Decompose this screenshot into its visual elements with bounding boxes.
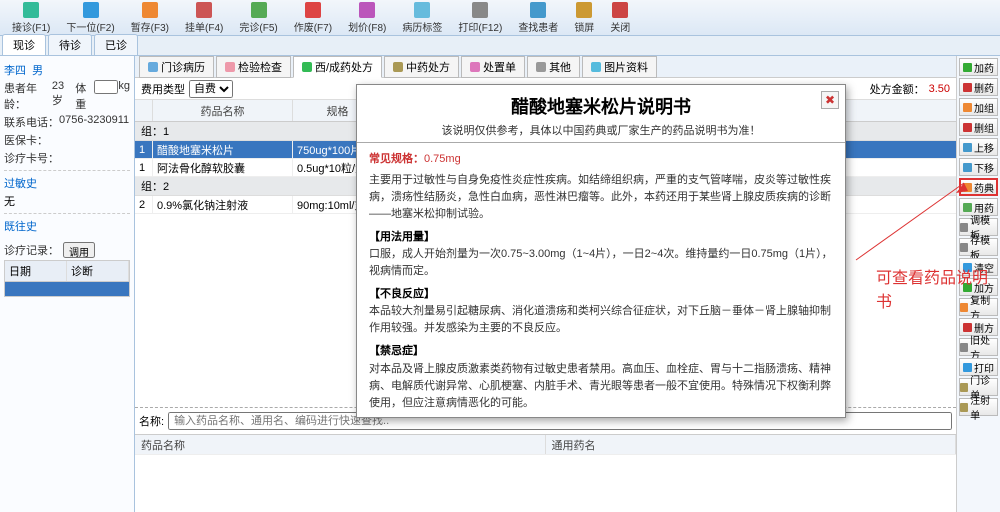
weight-input[interactable]: [94, 80, 118, 94]
toolbar-btn[interactable]: 挂单(F4): [178, 0, 230, 37]
subtab[interactable]: 其他: [527, 56, 580, 78]
side-btn-药典[interactable]: 药典: [959, 178, 998, 196]
record-subtabs: 门诊病历检验检查西/成药处方中药处方处置单其他图片资料: [135, 56, 956, 78]
tab[interactable]: 已诊: [94, 34, 138, 55]
side-btn-存模板[interactable]: 存模板: [959, 238, 998, 256]
side-btn-加组[interactable]: 加组: [959, 98, 998, 116]
toolbar-btn[interactable]: 关闭: [603, 0, 637, 37]
diag-table: 日期诊断: [4, 260, 130, 297]
toolbar-btn[interactable]: 查找患者: [511, 0, 565, 37]
side-btn-删药[interactable]: 删药: [959, 78, 998, 96]
side-btn-复制方[interactable]: 复制方: [959, 298, 998, 316]
side-btn-注射单[interactable]: 注射单: [959, 398, 998, 416]
rx-price: 3.50: [929, 83, 950, 95]
popup-close-button[interactable]: ✖: [821, 91, 839, 109]
patient-tabs: 现诊待诊已诊: [0, 36, 1000, 56]
toolbar-btn[interactable]: 锁屏: [567, 0, 601, 37]
subtab[interactable]: 检验检查: [216, 56, 291, 78]
toolbar-btn[interactable]: 打印(F12): [451, 0, 509, 37]
side-btn-上移[interactable]: 上移: [959, 138, 998, 156]
patient-name: 李四: [4, 62, 26, 78]
popup-title: 醋酸地塞米松片说明书: [367, 93, 835, 119]
subtab[interactable]: 门诊病历: [139, 56, 214, 78]
toolbar-btn[interactable]: 病历标签: [395, 0, 449, 37]
fee-type-select[interactable]: 自费: [189, 80, 233, 98]
tab[interactable]: 待诊: [48, 34, 92, 55]
action-sidebar: 加药删药加组删组上移下移药典用药调模板存模板清空加方复制方删方旧处方打印门诊单注…: [956, 56, 1000, 512]
toolbar-btn[interactable]: 作废(F7): [287, 0, 339, 37]
toolbar-btn[interactable]: 接诊(F1): [5, 0, 57, 37]
side-btn-删组[interactable]: 删组: [959, 118, 998, 136]
search-result-header: 药品名称 通用药名: [135, 434, 956, 454]
toolbar-btn[interactable]: 暂存(F3): [124, 0, 176, 37]
drug-instruction-popup: 醋酸地塞米松片说明书 该说明仅供参考，具体以中国药典或厂家生产的药品说明书为准！…: [356, 84, 846, 418]
side-btn-下移[interactable]: 下移: [959, 158, 998, 176]
patient-sex: 男: [32, 62, 43, 78]
toolbar-btn[interactable]: 下一位(F2): [59, 0, 121, 37]
diag-load-button[interactable]: 调用: [63, 242, 95, 258]
subtab[interactable]: 处置单: [461, 56, 525, 78]
subtab[interactable]: 中药处方: [384, 56, 459, 78]
patient-panel: 李四 男 患者年龄：23岁 体重kg 联系电话：0756-3230911 医保卡…: [0, 56, 135, 512]
main-toolbar: 接诊(F1)下一位(F2)暂存(F3)挂单(F4)完诊(F5)作废(F7)划价(…: [0, 0, 1000, 36]
tab[interactable]: 现诊: [2, 34, 46, 55]
subtab[interactable]: 西/成药处方: [293, 56, 382, 78]
side-btn-清空[interactable]: 清空: [959, 258, 998, 276]
subtab[interactable]: 图片资料: [582, 56, 657, 78]
toolbar-btn[interactable]: 划价(F8): [341, 0, 393, 37]
side-btn-旧处方[interactable]: 旧处方: [959, 338, 998, 356]
side-btn-加药[interactable]: 加药: [959, 58, 998, 76]
toolbar-btn[interactable]: 完诊(F5): [232, 0, 284, 37]
